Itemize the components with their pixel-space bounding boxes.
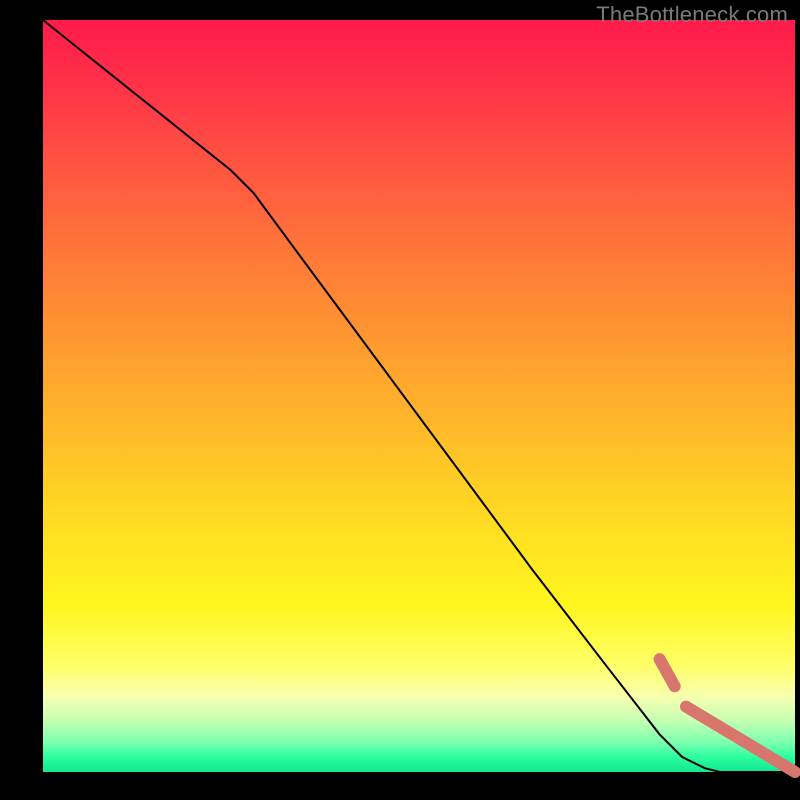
- gradient-plot-area: [43, 20, 795, 772]
- chart-container: TheBottleneck.com: [0, 0, 800, 800]
- watermark-text: TheBottleneck.com: [596, 2, 788, 28]
